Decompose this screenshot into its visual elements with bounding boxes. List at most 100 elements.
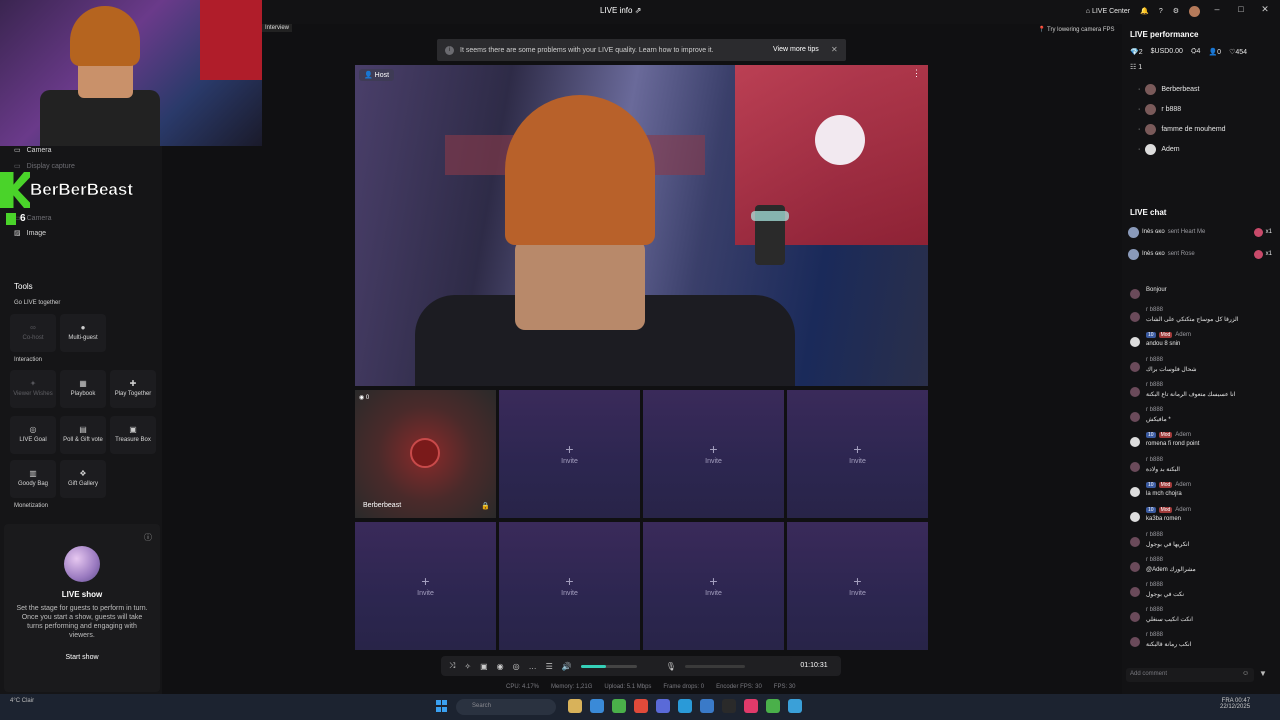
chat-message[interactable]: 10 Mod Adem andou 8 snin <box>1128 332 1272 356</box>
maximize-button[interactable]: □ <box>1234 4 1248 18</box>
help-icon[interactable]: ⓘ <box>144 532 152 543</box>
settings-sliders-icon[interactable]: ☰ <box>546 662 553 671</box>
tool-live-goal[interactable]: ◎ LIVE Goal <box>10 416 56 454</box>
host-video[interactable] <box>355 65 928 386</box>
taskbar-search[interactable]: Search <box>456 699 556 715</box>
chat-message[interactable]: r b888 نكت في بوجول <box>1128 582 1272 606</box>
avatar <box>1145 104 1157 115</box>
help-icon[interactable]: ? <box>1159 8 1163 15</box>
chrome-icon[interactable] <box>766 699 780 713</box>
chat-message[interactable]: 10 Mod Adem la mch chojra <box>1128 482 1272 506</box>
bell-icon[interactable]: 🔔 <box>1140 7 1149 15</box>
close-icon[interactable]: ✕ <box>831 45 838 54</box>
mail-icon[interactable] <box>656 699 670 713</box>
start-show-button[interactable]: Start show <box>54 650 110 666</box>
tool-viewer-wishes[interactable]: ✦ Viewer Wishes <box>10 370 56 408</box>
terminal-icon[interactable] <box>722 699 736 713</box>
effects-icon[interactable]: ✧ <box>464 662 471 671</box>
tool-goody-bag[interactable]: ▥ Goody Bag <box>10 460 56 498</box>
chat-message[interactable]: Bonjour <box>1128 284 1272 308</box>
viewer-item[interactable]: · famme de mouhemd <box>1138 124 1226 135</box>
source-camera[interactable]: ▭ Camera <box>14 146 52 155</box>
tool-treasure-box[interactable]: ▣ Treasure Box <box>110 416 156 454</box>
chat-message[interactable]: 10 Mod Adem ka3ba romen <box>1128 507 1272 531</box>
minimize-button[interactable]: – <box>1210 4 1224 18</box>
chat-message[interactable]: r b888 الزرقا كل موساج متكنكي على الشات <box>1128 307 1272 331</box>
app-icon[interactable] <box>634 699 648 713</box>
plus-icon: + <box>565 441 574 457</box>
view-more-tips-link[interactable]: View more tips <box>773 46 819 53</box>
volume-icon[interactable]: 🔊 <box>562 662 572 671</box>
camera-switch-icon[interactable]: ◎ <box>513 662 520 671</box>
invite-slot[interactable]: + Invite <box>787 390 928 518</box>
invite-slot[interactable]: + Invite <box>643 390 784 518</box>
gear-icon[interactable]: ⚙ <box>1173 7 1179 15</box>
file-explorer-icon[interactable] <box>568 699 582 713</box>
source-display-capture[interactable]: ▭ Display capture <box>14 162 75 171</box>
mic-level-slider[interactable] <box>684 664 745 668</box>
host-face <box>515 240 645 330</box>
tools-heading: Tools <box>14 282 33 291</box>
chat-message[interactable]: r b888 انكب رمانة قالبكنة <box>1128 632 1272 656</box>
viewer-item[interactable]: · r b888 <box>1138 104 1181 115</box>
source-image[interactable]: ▨ Image <box>14 229 46 238</box>
invite-slot[interactable]: + Invite <box>643 522 784 650</box>
chat-message[interactable]: r b888 مافيكش * <box>1128 407 1272 431</box>
record-icon[interactable]: ◉ <box>497 662 504 671</box>
live-center-button[interactable]: ⌂ LIVE Center <box>1086 8 1130 15</box>
store-icon[interactable] <box>678 699 692 713</box>
chat-username: r b888 <box>1146 607 1164 613</box>
chat-message[interactable]: r b888 البكنة بد ولادة <box>1128 457 1272 481</box>
screen-icon[interactable]: ▣ <box>480 662 488 671</box>
tool-poll-gift-vote[interactable]: ▤ Poll & Gift vote <box>60 416 106 454</box>
system-tray[interactable]: FRA 00:47 22/12/2025 <box>1220 698 1250 710</box>
webcam-beanie <box>70 6 140 66</box>
tool-play-together[interactable]: ✚ Play Together <box>110 370 156 408</box>
shuffle-icon[interactable]: ⤨ <box>449 661 455 671</box>
tool-co-host[interactable]: ∞ Co-host <box>10 314 56 352</box>
microphone-icon[interactable]: 🎙 <box>666 662 676 671</box>
chat-message[interactable]: r b888 @Adem مشرالورك <box>1128 557 1272 581</box>
edge-icon[interactable] <box>590 699 604 713</box>
emoji-icon[interactable]: ☺ <box>1242 670 1249 677</box>
avatar[interactable] <box>1189 5 1200 17</box>
tool-playbook[interactable]: ▦ Playbook <box>60 370 106 408</box>
tool-gift-gallery[interactable]: ❖ Gift Gallery <box>60 460 106 498</box>
weather-widget[interactable]: 4°C Clair <box>10 698 34 704</box>
chat-message[interactable]: 10 Mod Adem romena fi rond point <box>1128 432 1272 456</box>
chat-message[interactable]: r b888 انكريها في بوجول <box>1128 532 1272 556</box>
chat-message[interactable]: r b888 انكت انكيب سنغلي <box>1128 607 1272 631</box>
viewer-item[interactable]: · Berberbeast <box>1138 84 1199 95</box>
close-button[interactable]: ✕ <box>1258 4 1272 18</box>
tiktok-icon[interactable] <box>744 699 758 713</box>
host-badge: 👤 Host <box>359 69 395 81</box>
app-icon[interactable] <box>788 699 802 713</box>
comment-input[interactable]: Add comment <box>1126 668 1254 682</box>
avatar <box>1145 144 1157 155</box>
chat-username: r b888 <box>1146 407 1164 413</box>
live-timer: 01:10:31 <box>788 657 840 675</box>
tool-multi-guest[interactable]: ● Multi-guest <box>60 314 106 352</box>
invite-slot[interactable]: + Invite <box>787 522 928 650</box>
viewer-item[interactable]: · Adem <box>1138 144 1180 155</box>
invite-slot[interactable]: + Invite <box>499 390 640 518</box>
live-info-title[interactable]: LIVE info ⇗ <box>600 6 641 15</box>
stat-likes: ♡454 <box>1229 49 1248 56</box>
invite-slot[interactable]: + Invite <box>355 522 496 650</box>
chat-username: r b888 <box>1146 382 1164 388</box>
monetization-heading: Monetization <box>14 503 49 509</box>
more-icon[interactable]: … <box>529 662 537 671</box>
volume-slider[interactable] <box>580 664 637 668</box>
invite-slot[interactable]: + Invite <box>499 522 640 650</box>
windows-start-icon[interactable] <box>436 700 448 712</box>
guest-slot-1[interactable]: ◉ 0 Berberbeast 🔒 <box>355 390 496 518</box>
more-options-icon[interactable]: ⋮ <box>912 68 921 79</box>
chrome-icon[interactable] <box>612 699 626 713</box>
app-icon[interactable] <box>700 699 714 713</box>
chat-message[interactable]: r b888 شحال فلوسات براك <box>1128 357 1272 381</box>
filter-icon[interactable]: ▼ <box>1259 669 1267 678</box>
share-icon[interactable]: ⇗ <box>635 6 642 15</box>
control-bar: ⤨ ✧ ▣ ◉ ◎ … ☰ 🔊 🎙 <box>441 656 841 676</box>
chat-message[interactable]: r b888 انا عسيسك متعوف الرمانة تاع البكنة <box>1128 382 1272 406</box>
stat-diamonds: 💎2 <box>1130 49 1143 56</box>
